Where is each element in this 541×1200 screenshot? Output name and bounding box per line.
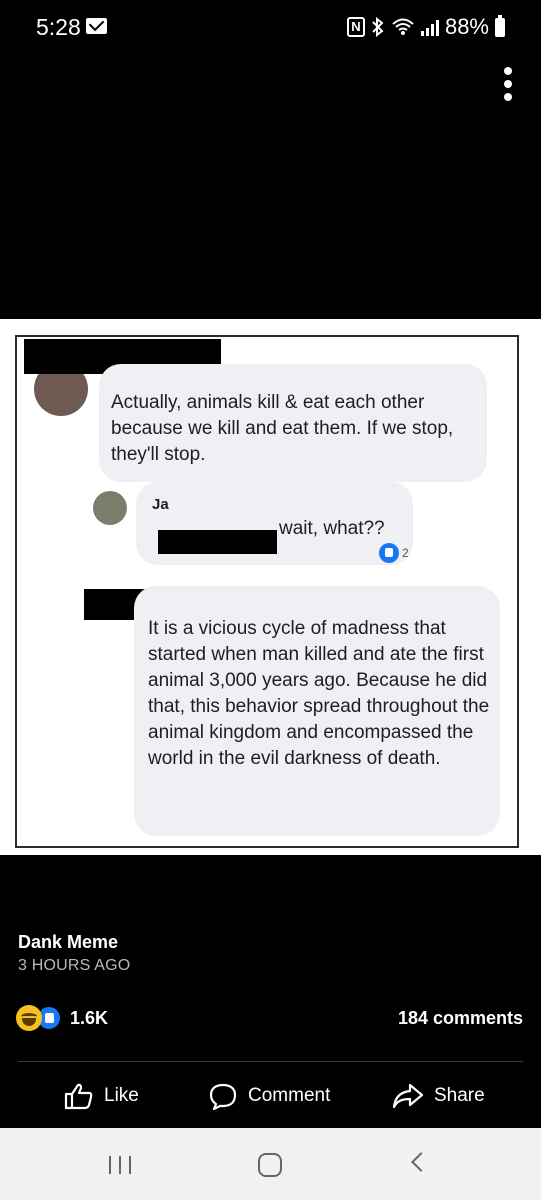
comment-bubble-2: It is a vicious cycle of madness that st… [134,586,500,836]
bluetooth-icon [371,17,385,37]
more-options-icon[interactable] [503,67,513,101]
status-icons: N 88% [346,14,505,40]
haha-reaction-icon [16,1005,42,1031]
action-bar: Like Comment Share [0,1074,541,1120]
like-label: Like [104,1085,139,1106]
nfc-icon: N [346,17,365,37]
comment-bubble-icon [208,1082,238,1110]
replier-avatar [93,491,127,525]
signal-icon [420,18,439,36]
wifi-icon [391,17,415,37]
redacted-reply-name [158,530,277,554]
comment-button[interactable]: Comment [208,1082,330,1110]
home-icon[interactable] [258,1153,282,1177]
share-label: Share [434,1085,485,1106]
share-button[interactable]: Share [392,1082,485,1110]
back-icon[interactable] [411,1152,431,1172]
divider [18,1061,523,1062]
post-image[interactable]: Actually, animals kill & eat each other … [0,319,541,855]
meme-frame: Actually, animals kill & eat each other … [15,335,519,848]
like-reaction-icon [379,543,399,563]
battery-percent: 88% [444,14,489,39]
navigation-bar [0,1128,541,1200]
status-time: 5:28 [36,14,81,40]
reactions-summary[interactable]: 1.6K [16,1005,108,1031]
page-name[interactable]: Dank Meme [18,932,118,953]
share-arrow-icon [392,1082,424,1110]
mail-icon [86,18,107,34]
like-button[interactable]: Like [64,1082,139,1110]
comment-label: Comment [248,1085,331,1106]
reply-name-fragment: Ja [152,496,169,513]
reply-like-count: 2 [402,546,409,560]
reply-like-reaction: 2 [379,543,409,563]
recent-apps-icon[interactable] [109,1156,131,1174]
post-timestamp: 3 HOURS AGO [18,957,131,974]
comment-text-2: It is a vicious cycle of madness that st… [148,618,490,769]
thumbs-up-icon [64,1082,94,1110]
reaction-count: 1.6K [70,1007,109,1028]
comment-text: Actually, animals kill & eat each other … [111,392,454,465]
reply-text: wait, what?? [279,518,385,539]
comment-bubble: Actually, animals kill & eat each other … [99,364,487,482]
battery-icon [495,14,505,37]
comments-count[interactable]: 184 comments [398,1008,523,1029]
status-bar: 5:28 N 88% [0,0,541,56]
